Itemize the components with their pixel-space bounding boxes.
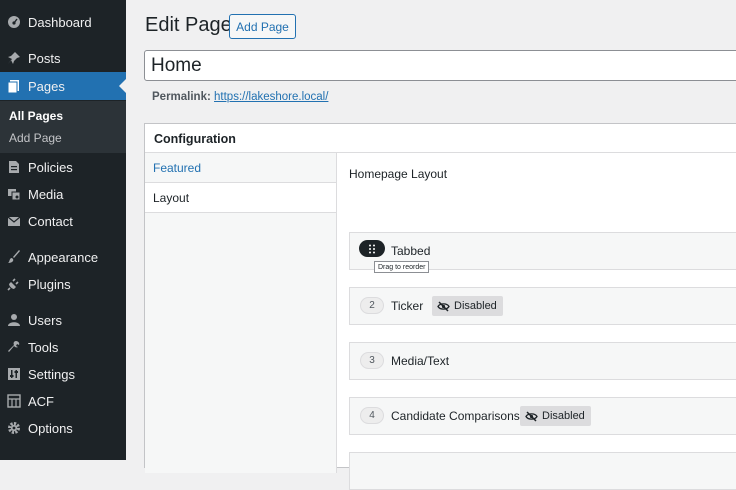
sidebar-item-label: Pages: [28, 78, 65, 94]
drag-tooltip: Drag to reorder: [374, 261, 430, 273]
layout-row-label: Ticker: [391, 299, 424, 313]
status-badge: Disabled: [432, 296, 503, 316]
permalink-link[interactable]: https://lakeshore.local/: [214, 91, 328, 103]
pin-icon: [7, 51, 21, 65]
add-page-button[interactable]: Add Page: [229, 14, 296, 39]
sidebar-item-label: Dashboard: [28, 14, 92, 30]
layout-row-number[interactable]: 3: [360, 352, 384, 369]
sidebar-item-posts[interactable]: Posts: [0, 44, 126, 72]
permalink: Permalink: https://lakeshore.local/: [152, 91, 328, 103]
sidebar-item-label: Posts: [28, 50, 61, 66]
page-title-input[interactable]: Home: [144, 50, 736, 81]
sidebar-item-users[interactable]: Users: [0, 306, 126, 334]
sidebar-item-label: Users: [28, 312, 62, 328]
sidebar-item-label: Options: [28, 420, 73, 436]
panel-title: Configuration: [154, 132, 236, 146]
drag-dots-icon: [369, 244, 375, 253]
brush-icon: [7, 250, 21, 264]
gear-icon: [7, 421, 21, 435]
configuration-panel: Configuration Featured Layout Homepage L…: [144, 123, 736, 490]
layout-row-label: Candidate Comparisons: [391, 409, 520, 423]
eye-slash-icon: [437, 300, 450, 312]
pages-icon: [7, 79, 21, 93]
panel-tabs: Featured Layout: [145, 153, 337, 473]
user-icon: [7, 313, 21, 327]
sidebar-item-pages[interactable]: Pages: [0, 72, 126, 100]
status-badge-label: Disabled: [542, 410, 585, 422]
layout-row-label: Tabbed: [391, 244, 431, 258]
grid-icon: [7, 394, 21, 408]
submenu-add-page[interactable]: Add Page: [9, 131, 62, 145]
layout-row: [349, 452, 736, 490]
sidebar-item-options[interactable]: Options: [0, 414, 126, 442]
sidebar-item-dashboard[interactable]: Dashboard: [0, 8, 126, 36]
tab-featured[interactable]: Featured: [145, 153, 336, 183]
sidebar-item-tools[interactable]: Tools: [0, 333, 126, 361]
mail-icon: [7, 214, 21, 228]
status-badge-label: Disabled: [454, 300, 497, 312]
sidebar-item-settings[interactable]: Settings: [0, 360, 126, 388]
wrench-icon: [7, 340, 21, 354]
plug-icon: [7, 277, 21, 291]
settings-icon: [7, 367, 21, 381]
submenu-all-pages[interactable]: All Pages: [9, 109, 63, 123]
admin-sidebar: Dashboard Posts Pages All Pages Add Page…: [0, 0, 126, 460]
layout-row-number[interactable]: 2: [360, 297, 384, 314]
sidebar-item-label: Tools: [28, 339, 59, 355]
sidebar-item-label: Plugins: [28, 276, 71, 292]
layout-row-number[interactable]: 4: [360, 407, 384, 424]
layout-row: 3 Media/Text: [349, 342, 736, 380]
status-badge: Disabled: [520, 406, 591, 426]
media-icon: [7, 187, 21, 201]
sidebar-item-policies[interactable]: Policies: [0, 153, 126, 181]
sidebar-item-appearance[interactable]: Appearance: [0, 243, 126, 271]
sidebar-item-label: Policies: [28, 159, 73, 175]
tab-layout[interactable]: Layout: [145, 183, 336, 213]
layout-row-label: Media/Text: [391, 354, 450, 368]
sidebar-item-label: Media: [28, 186, 64, 202]
sidebar-item-label: Contact: [28, 213, 73, 229]
dashboard-icon: [7, 15, 21, 29]
layout-row: 4 Candidate Comparisons Disabled: [349, 397, 736, 435]
panel-header: Configuration: [145, 124, 736, 153]
drag-handle[interactable]: [359, 240, 385, 257]
sidebar-item-label: Appearance: [28, 249, 99, 265]
sidebar-item-label: ACF: [28, 393, 54, 409]
sidebar-item-plugins[interactable]: Plugins: [0, 270, 126, 298]
sidebar-item-acf[interactable]: ACF: [0, 387, 126, 415]
layout-row: 2 Ticker Disabled: [349, 287, 736, 325]
document-icon: [7, 160, 21, 174]
permalink-label: Permalink:: [152, 91, 211, 103]
field-label-homepage-layout: Homepage Layout: [349, 167, 448, 181]
pages-submenu: All Pages Add Page: [0, 101, 126, 153]
sidebar-item-contact[interactable]: Contact: [0, 207, 126, 235]
eye-slash-icon: [525, 410, 538, 422]
sidebar-item-media[interactable]: Media: [0, 180, 126, 208]
sidebar-item-label: Settings: [28, 366, 75, 382]
page-title: Edit Page: [145, 14, 232, 36]
